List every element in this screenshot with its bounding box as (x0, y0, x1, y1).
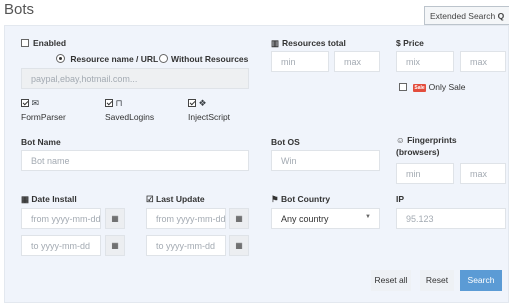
bot-name-label: Bot Name (21, 137, 61, 147)
bar-chart-icon: ▥ (271, 38, 280, 48)
bot-os-label: Bot OS (271, 137, 300, 147)
fingerprint-icon: ☺ (396, 135, 405, 145)
radio-on-icon[interactable] (56, 54, 65, 63)
radio-without-resources[interactable]: Without Resources (159, 54, 248, 64)
checked-icon[interactable] (188, 99, 196, 107)
bot-name-input[interactable]: Bot name (21, 150, 249, 171)
page-title: Bots (4, 1, 35, 18)
bot-os-input[interactable]: Win (271, 150, 380, 171)
extended-search-button[interactable]: Extended Search Q (424, 6, 509, 25)
module-savedlogins[interactable]: ⊓ SavedLogins (105, 98, 154, 122)
last-update-to-input[interactable]: to yyyy-mm-dd (146, 235, 226, 256)
ip-label: IP (396, 194, 405, 204)
chevron-down-icon: ▼ (365, 214, 371, 220)
calendar-check-icon: ☑ (146, 194, 154, 204)
script-icon: ❖ (198, 98, 207, 108)
ip-input[interactable]: 95.123 (396, 208, 506, 229)
resources-min-input[interactable]: min (271, 51, 329, 72)
dollar-icon: $ (396, 38, 401, 48)
reset-button[interactable]: Reset (420, 270, 454, 291)
fingerprints-label: ☺ Fingerprints (browsers) (396, 135, 457, 157)
module-injectscript[interactable]: ❖ InjectScript (188, 98, 230, 122)
fingerprints-max-input[interactable]: max (460, 163, 506, 184)
enabled-checkbox[interactable]: Enabled (21, 38, 66, 48)
price-min-input[interactable]: mix (396, 51, 454, 72)
only-sale-box[interactable] (399, 83, 407, 91)
calendar-icon[interactable]: ▦ (105, 208, 125, 229)
only-sale-checkbox[interactable]: Sale Only Sale (399, 82, 466, 92)
bookmark-icon: ⊓ (115, 98, 123, 108)
bot-country-select[interactable]: Any country ▼ (271, 208, 380, 229)
radio-resource-name[interactable]: Resource name / URL (56, 54, 158, 64)
bot-country-label: ⚑ Bot Country (271, 194, 331, 204)
flag-icon: ⚑ (271, 194, 279, 204)
price-max-input[interactable]: max (460, 51, 506, 72)
date-install-to-input[interactable]: to yyyy-mm-dd (21, 235, 101, 256)
filter-panel: Enabled Resource name / URL Without Reso… (4, 25, 509, 303)
date-install-from-input[interactable]: from yyyy-mm-dd (21, 208, 101, 229)
checked-icon[interactable] (21, 99, 29, 107)
reset-all-button[interactable]: Reset all (371, 270, 411, 291)
checked-icon[interactable] (105, 99, 113, 107)
fingerprints-min-input[interactable]: min (396, 163, 454, 184)
envelope-icon: ✉ (31, 98, 40, 108)
search-button[interactable]: Search (460, 270, 502, 291)
module-formparser[interactable]: ✉ FormParser (21, 98, 66, 122)
price-label: $ Price (396, 38, 424, 48)
resources-max-input[interactable]: max (334, 51, 380, 72)
resources-total-label: ▥ Resources total (271, 38, 346, 48)
calendar-icon: ▦ (21, 194, 30, 204)
date-install-label: ▦ Date Install (21, 194, 77, 204)
calendar-icon[interactable]: ▦ (105, 235, 125, 256)
calendar-icon[interactable]: ▦ (229, 235, 249, 256)
calendar-icon[interactable]: ▦ (229, 208, 249, 229)
search-icon: Q (497, 11, 505, 21)
last-update-label: ☑ Last Update (146, 194, 205, 204)
enabled-checkbox-box[interactable] (21, 39, 29, 47)
radio-off-icon[interactable] (159, 54, 168, 63)
sale-icon: Sale (413, 84, 426, 92)
last-update-from-input[interactable]: from yyyy-mm-dd (146, 208, 226, 229)
resource-input[interactable]: paypal,ebay,hotmail.com... (21, 68, 249, 89)
